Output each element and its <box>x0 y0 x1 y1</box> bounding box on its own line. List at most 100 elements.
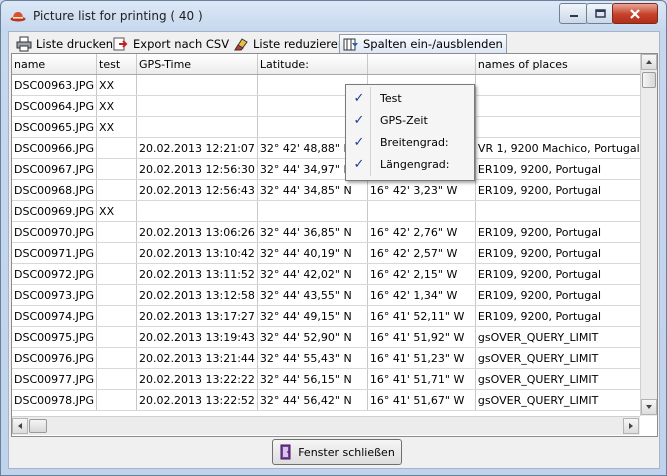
table-cell[interactable] <box>475 200 643 222</box>
table-cell[interactable]: 20.02.2013 13:22:52 <box>136 389 258 411</box>
table-cell[interactable] <box>475 95 643 117</box>
table-cell[interactable]: 32° 44' 55,43" N <box>257 347 368 369</box>
table-cell[interactable]: ER109, 9200, Portugal <box>475 221 643 243</box>
close-window-footer-button[interactable]: Fenster schließen <box>272 439 402 465</box>
table-cell[interactable] <box>136 74 258 96</box>
table-cell[interactable]: 32° 44' 49,15" N <box>257 305 368 327</box>
vertical-scroll-thumb[interactable] <box>642 72 656 88</box>
table-cell[interactable]: DSC00968.JPG <box>12 179 98 201</box>
table-cell[interactable]: DSC00964.JPG <box>12 95 98 117</box>
menu-item-breitengrad[interactable]: ✓ Breitengrad: <box>348 131 472 153</box>
table-cell[interactable]: DSC00972.JPG <box>12 263 98 285</box>
table-cell[interactable] <box>96 137 138 159</box>
table-cell[interactable] <box>96 263 138 285</box>
table-cell[interactable] <box>96 242 138 264</box>
table-row[interactable]: DSC00978.JPG 20.02.2013 13:22:52 32° 44' 5… <box>12 389 643 411</box>
table-cell[interactable]: 20.02.2013 13:17:27 <box>136 305 258 327</box>
horizontal-scrollbar[interactable] <box>12 416 640 435</box>
menu-item-gps-zeit[interactable]: ✓ GPS-Zeit <box>348 109 472 131</box>
table-cell[interactable] <box>136 95 258 117</box>
table-cell[interactable]: 32° 44' 43,55" N <box>257 284 368 306</box>
table-row[interactable]: DSC00976.JPG 20.02.2013 13:21:44 32° 44' 5… <box>12 347 643 369</box>
table-cell[interactable]: DSC00965.JPG <box>12 116 98 138</box>
table-cell[interactable]: 32° 44' 52,90" N <box>257 326 368 348</box>
table-cell[interactable]: 20.02.2013 13:12:58 <box>136 284 258 306</box>
table-cell[interactable]: gsOVER_QUERY_LIMIT <box>475 368 643 390</box>
table-cell[interactable] <box>96 179 138 201</box>
table-cell[interactable]: DSC00973.JPG <box>12 284 98 306</box>
table-cell[interactable]: 32° 44' 56,42" N <box>257 389 368 411</box>
table-cell[interactable]: 16° 42' 2,57" W <box>367 242 476 264</box>
table-cell[interactable]: 20.02.2013 13:21:44 <box>136 347 258 369</box>
table-cell[interactable]: gsOVER_QUERY_LIMIT <box>475 389 643 411</box>
table-cell[interactable]: DSC00971.JPG <box>12 242 98 264</box>
table-cell[interactable]: 32° 44' 34,85" N <box>257 179 368 201</box>
table-cell[interactable]: 32° 44' 42,02" N <box>257 263 368 285</box>
table-cell[interactable]: XX <box>96 95 138 117</box>
minimize-button[interactable] <box>559 3 588 24</box>
table-cell[interactable]: DSC00967.JPG <box>12 158 98 180</box>
table-cell[interactable]: 16° 41' 51,71" W <box>367 368 476 390</box>
scroll-up-button[interactable] <box>641 54 657 70</box>
table-row[interactable]: DSC00973.JPG 20.02.2013 13:12:58 32° 44' 4… <box>12 284 643 306</box>
table-row[interactable]: DSC00967.JPG 20.02.2013 12:56:30 32° 44' 3… <box>12 158 643 180</box>
table-row[interactable]: DSC00966.JPG 20.02.2013 12:21:07 32° 42' 4… <box>12 137 643 159</box>
table-cell[interactable]: 16° 41' 52,11" W <box>367 305 476 327</box>
scroll-right-button[interactable] <box>623 418 639 434</box>
table-cell[interactable]: XX <box>96 74 138 96</box>
close-window-button[interactable] <box>612 3 658 24</box>
table-cell[interactable] <box>136 200 258 222</box>
table-cell[interactable]: DSC00975.JPG <box>12 326 98 348</box>
table-cell[interactable] <box>367 200 476 222</box>
table-cell[interactable]: ER109, 9200, Portugal <box>475 263 643 285</box>
column-header[interactable]: names of places <box>475 54 643 75</box>
menu-item-test[interactable]: ✓ Test <box>348 87 472 109</box>
reduce-list-button[interactable]: Liste reduzieren <box>229 34 349 54</box>
table-cell[interactable]: 32° 44' 40,19" N <box>257 242 368 264</box>
table-cell[interactable]: 16° 41' 51,92" W <box>367 326 476 348</box>
table-cell[interactable]: 20.02.2013 12:21:07 <box>136 137 258 159</box>
scroll-left-button[interactable] <box>12 418 28 434</box>
table-cell[interactable]: 16° 41' 51,23" W <box>367 347 476 369</box>
table-cell[interactable]: 32° 44' 36,85" N <box>257 221 368 243</box>
table-cell[interactable]: DSC00970.JPG <box>12 221 98 243</box>
table-cell[interactable]: 16° 42' 3,23" W <box>367 179 476 201</box>
table-cell[interactable]: DSC00974.JPG <box>12 305 98 327</box>
table-row[interactable]: DSC00964.JPG XX <box>12 95 643 117</box>
table-cell[interactable] <box>96 305 138 327</box>
table-cell[interactable]: 32° 44' 56,15" N <box>257 368 368 390</box>
table-cell[interactable] <box>96 221 138 243</box>
table-row[interactable]: DSC00963.JPG XX <box>12 74 643 96</box>
table-cell[interactable]: 16° 42' 2,15" W <box>367 263 476 285</box>
table-cell[interactable]: VR 1, 9200 Machico, Portugal <box>475 137 643 159</box>
table-cell[interactable] <box>96 284 138 306</box>
table-cell[interactable]: 16° 41' 51,67" W <box>367 389 476 411</box>
toggle-columns-button[interactable]: Spalten ein-/ausblenden <box>339 34 507 54</box>
table-cell[interactable]: XX <box>96 116 138 138</box>
table-cell[interactable]: DSC00978.JPG <box>12 389 98 411</box>
table-row[interactable]: DSC00975.JPG 20.02.2013 13:19:43 32° 44' 5… <box>12 326 643 348</box>
column-header[interactable]: name <box>12 54 98 75</box>
vertical-scrollbar[interactable] <box>640 54 657 416</box>
table-cell[interactable] <box>96 158 138 180</box>
table-cell[interactable]: ER109, 9200, Portugal <box>475 242 643 264</box>
table-cell[interactable] <box>475 74 643 96</box>
horizontal-scroll-thumb[interactable] <box>29 419 47 433</box>
table-cell[interactable]: 16° 42' 2,76" W <box>367 221 476 243</box>
table-cell[interactable]: DSC00966.JPG <box>12 137 98 159</box>
table-cell[interactable] <box>96 389 138 411</box>
table-cell[interactable]: 20.02.2013 12:56:30 <box>136 158 258 180</box>
column-header[interactable]: Latitude: <box>257 54 368 75</box>
maximize-button[interactable] <box>586 3 614 24</box>
table-cell[interactable]: 20.02.2013 13:06:26 <box>136 221 258 243</box>
table-row[interactable]: DSC00977.JPG 20.02.2013 13:22:22 32° 44' 5… <box>12 368 643 390</box>
table-cell[interactable]: ER109, 9200, Portugal <box>475 158 643 180</box>
table-cell[interactable]: 20.02.2013 13:11:52 <box>136 263 258 285</box>
table-cell[interactable] <box>96 368 138 390</box>
table-cell[interactable] <box>96 326 138 348</box>
table-cell[interactable]: 20.02.2013 13:10:42 <box>136 242 258 264</box>
table-cell[interactable]: gsOVER_QUERY_LIMIT <box>475 347 643 369</box>
table-row[interactable]: DSC00974.JPG 20.02.2013 13:17:27 32° 44' 4… <box>12 305 643 327</box>
table-cell[interactable]: DSC00977.JPG <box>12 368 98 390</box>
table-cell[interactable]: DSC00969.JPG <box>12 200 98 222</box>
